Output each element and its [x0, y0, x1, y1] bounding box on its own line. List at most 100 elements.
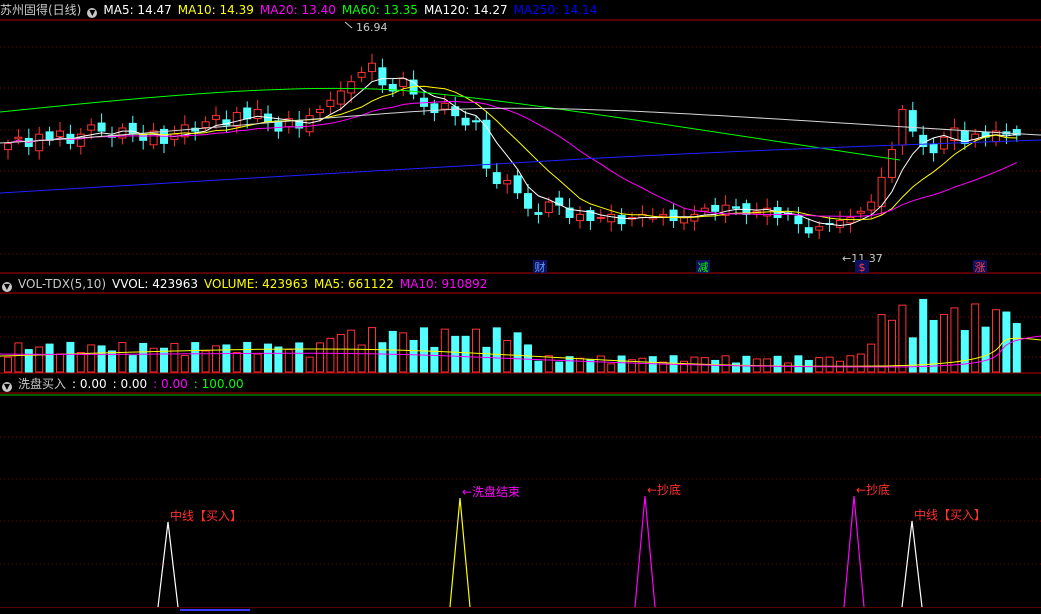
volume-bar: [721, 355, 730, 373]
volume-bar: [992, 309, 1000, 373]
event-marker-2: $: [859, 261, 866, 274]
candle-body: [659, 213, 668, 217]
stock-chart-window: 苏州固得(日线) ▼ MA5: 14.47 MA10: 14.39 MA20: 13.4…: [0, 0, 1041, 614]
candle-body: [378, 67, 387, 86]
volume-bar: [482, 346, 491, 373]
signal-spike-2: [634, 495, 656, 608]
volume-bar: [45, 343, 54, 373]
candle-body: [212, 115, 220, 120]
candle-body: [305, 115, 314, 133]
volume-bar: [420, 327, 428, 373]
candle-body: [867, 201, 876, 211]
volume-bar: [139, 342, 148, 373]
volume-bar: [264, 343, 272, 373]
candle-body: [45, 131, 54, 141]
volume-bar: [617, 355, 626, 373]
signal-spike-1: [449, 497, 471, 608]
volume-bar: [87, 344, 96, 373]
event-marker-3: 涨: [975, 261, 986, 274]
volume-bar: [409, 339, 418, 373]
candle-body: [576, 213, 584, 222]
volume-bar: [919, 298, 928, 373]
volume-bar: [544, 355, 553, 373]
candle-body: [472, 120, 480, 123]
volume-bar: [388, 330, 397, 373]
volume-bar: [180, 355, 189, 373]
volume-bar: [170, 342, 179, 373]
volume-bar: [492, 327, 501, 373]
volume-bar: [534, 360, 543, 373]
ma20-line: [7, 100, 1018, 217]
candle-body: [607, 213, 616, 223]
candle-body: [544, 201, 553, 213]
volume-bar: [4, 356, 12, 373]
candle-body: [524, 193, 532, 209]
candle-body: [846, 216, 855, 224]
volume-bar: [440, 328, 449, 373]
candle-body: [700, 207, 709, 212]
volume-bar: [856, 353, 865, 373]
event-marker-1: 减: [698, 261, 709, 274]
signal-label-1: ←洗盘结束: [462, 484, 520, 499]
volume-bar: [960, 330, 969, 373]
candle-body: [201, 121, 210, 128]
volume-bars: [0, 298, 1041, 373]
high-price-label: 16.94: [356, 21, 388, 34]
candle-body: [534, 212, 543, 215]
signal-label-4: 中线【买入】: [914, 507, 986, 522]
candle-body: [669, 209, 678, 222]
volume-bar: [347, 329, 356, 373]
volume-bar: [513, 332, 522, 373]
event-marker-0: 财: [535, 260, 546, 274]
volume-bar: [243, 341, 252, 373]
candle-body: [128, 122, 137, 135]
volume-bar: [305, 356, 314, 373]
indicator-signals: 中线【买入】 ←洗盘结束 ←抄底 ←抄底中线【买入】: [157, 482, 986, 608]
candle-body: [732, 206, 740, 209]
volume-bar: [555, 361, 564, 373]
candle-body: [596, 216, 605, 219]
volume-bar: [451, 335, 460, 373]
volume-bar: [461, 335, 470, 373]
volume-bar: [607, 363, 616, 373]
volume-bar: [191, 342, 200, 373]
volume-bar: [898, 304, 907, 373]
candle-body: [326, 99, 335, 107]
volume-bar: [877, 314, 886, 373]
volume-bar: [128, 355, 137, 373]
candle-body: [357, 71, 366, 78]
volume-bar: [14, 342, 23, 373]
candle-body: [243, 107, 252, 120]
volume-bar: [732, 362, 740, 373]
volume-bar: [274, 346, 283, 373]
candle-body: [336, 90, 345, 105]
volume-bar: [846, 355, 855, 373]
candle-body: [430, 103, 439, 114]
volume-bar: [742, 355, 751, 373]
volume-bar: [56, 353, 64, 373]
volume-bar: [378, 342, 387, 373]
signal-label-3: ←抄底: [856, 482, 890, 497]
candle-body: [368, 62, 376, 73]
candle-body: [56, 130, 64, 138]
candle-body: [399, 78, 408, 87]
signal-spike-3: [843, 495, 865, 608]
volume-bar: [565, 356, 574, 373]
ma10-line: [7, 85, 1017, 221]
volume-bar: [867, 343, 876, 373]
volume-bar: [253, 353, 262, 373]
high-pointer: [344, 21, 353, 29]
volume-bar: [316, 342, 324, 373]
volume-bar: [815, 357, 824, 373]
chart-canvas[interactable]: 中线【买入】←洗盘结束 ←抄底 ←抄底中线【买入】 16.94←11.37财减 $ 涨: [0, 0, 1041, 614]
candle-body: [804, 227, 813, 234]
candle-body: [815, 226, 824, 231]
volume-bar: [773, 355, 782, 373]
candle-body: [4, 142, 12, 151]
candle-body: [856, 210, 865, 214]
candle-body: [232, 112, 241, 127]
candle-body: [888, 149, 896, 178]
volume-bar: [888, 319, 896, 373]
candle-body: [836, 220, 844, 228]
volume-bar: [232, 351, 241, 373]
